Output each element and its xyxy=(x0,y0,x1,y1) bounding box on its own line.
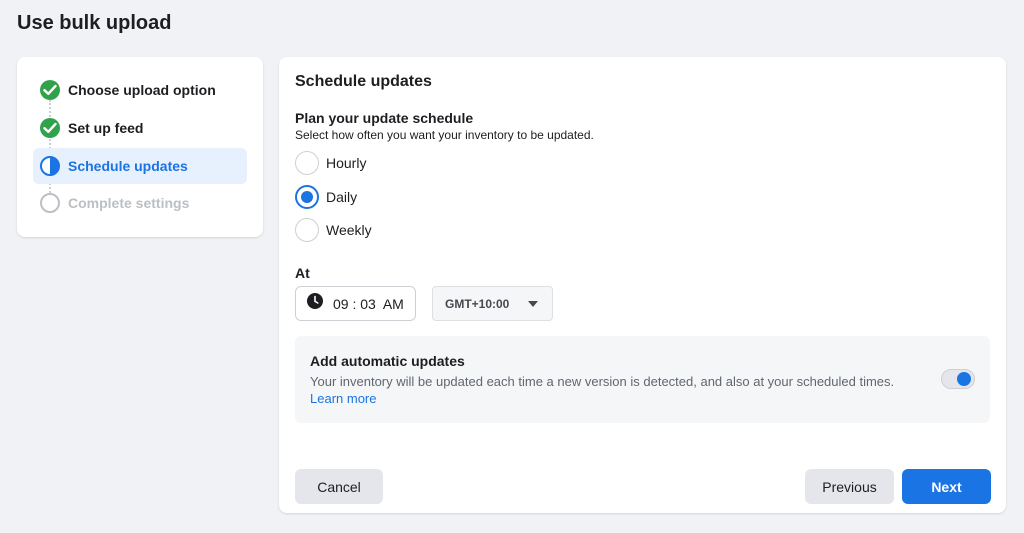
next-button[interactable]: Next xyxy=(902,469,991,504)
time-value: 09 : 03 AM xyxy=(333,295,404,312)
automatic-updates-description: Your inventory will be updated each time… xyxy=(310,374,895,389)
step-schedule-updates[interactable]: Schedule updates xyxy=(33,148,247,184)
plan-title: Plan your update schedule xyxy=(295,110,474,126)
automatic-updates-toggle[interactable] xyxy=(941,369,975,389)
learn-more-link[interactable]: Learn more xyxy=(310,391,376,406)
timezone-value: GMT+10:00 xyxy=(445,296,510,311)
step-choose-upload-option[interactable]: Choose upload option xyxy=(33,72,247,108)
at-label: At xyxy=(295,265,310,281)
radio-daily[interactable]: Daily xyxy=(295,184,357,210)
empty-circle-icon xyxy=(40,193,60,213)
check-circle-icon xyxy=(40,118,60,138)
step-label: Schedule updates xyxy=(68,158,188,174)
half-circle-icon xyxy=(40,156,60,176)
step-set-up-feed[interactable]: Set up feed xyxy=(33,110,247,146)
section-title: Schedule updates xyxy=(295,73,432,90)
page-title: Use bulk upload xyxy=(17,12,172,34)
radio-button[interactable] xyxy=(295,185,319,209)
step-label: Set up feed xyxy=(68,120,144,136)
step-complete-settings[interactable]: Complete settings xyxy=(33,185,247,221)
cancel-button[interactable]: Cancel xyxy=(295,469,383,504)
radio-hourly[interactable]: Hourly xyxy=(295,150,366,176)
radio-label: Daily xyxy=(326,189,358,205)
step-label: Choose upload option xyxy=(68,82,216,98)
automatic-updates-title: Add automatic updates xyxy=(310,353,465,369)
plan-description: Select how often you want your inventory… xyxy=(295,128,594,142)
schedule-panel: Schedule updates Plan your update schedu… xyxy=(279,57,1006,513)
clock-icon xyxy=(307,293,323,314)
time-input[interactable]: 09 : 03 AM xyxy=(295,286,416,321)
steps-panel: Choose upload option Set up feed Schedul… xyxy=(17,57,263,237)
toggle-knob xyxy=(957,372,971,386)
radio-button[interactable] xyxy=(295,218,319,242)
previous-button[interactable]: Previous xyxy=(805,469,894,504)
radio-label: Hourly xyxy=(326,155,367,171)
step-label: Complete settings xyxy=(68,195,190,211)
timezone-dropdown[interactable]: GMT+10:00 xyxy=(432,286,553,321)
check-circle-icon xyxy=(40,80,60,100)
radio-label: Weekly xyxy=(326,222,372,238)
radio-button[interactable] xyxy=(295,151,319,175)
caret-down-icon xyxy=(528,301,538,307)
automatic-updates-box: Add automatic updates Your inventory wil… xyxy=(295,336,990,423)
radio-weekly[interactable]: Weekly xyxy=(295,217,372,243)
